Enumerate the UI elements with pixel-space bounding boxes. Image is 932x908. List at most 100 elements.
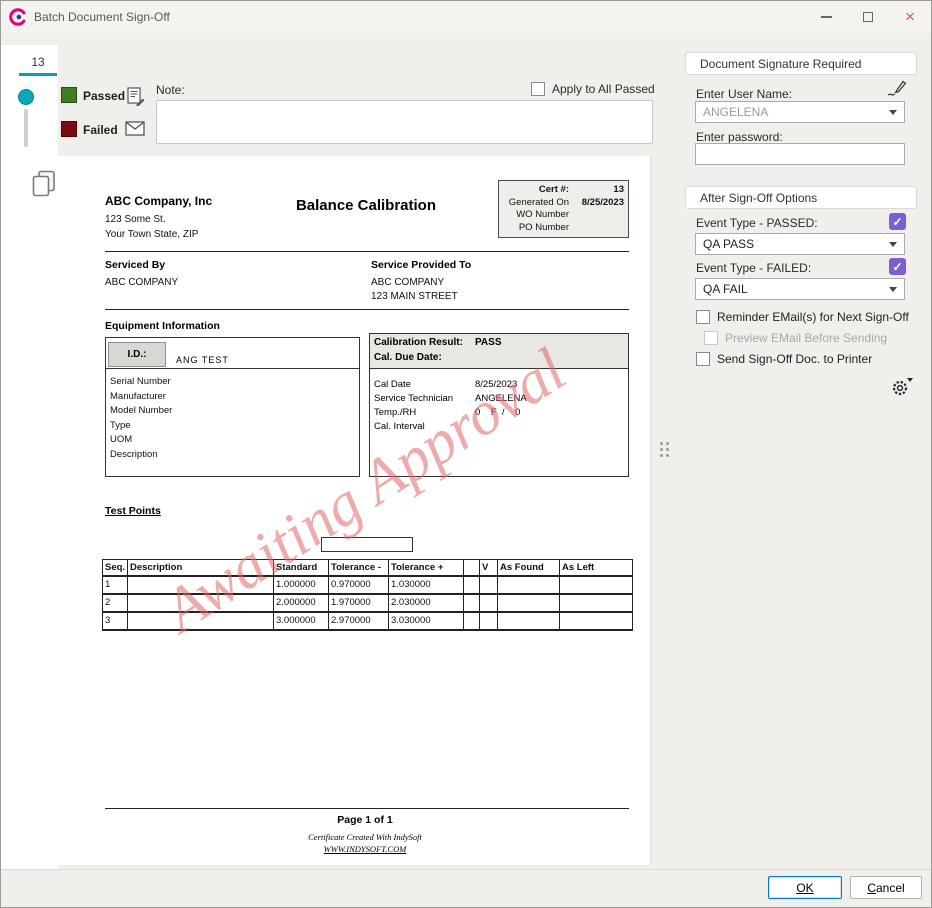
col-description: Description: [128, 560, 274, 576]
cert-number-label: Cert #:: [503, 184, 569, 196]
equipment-field-labels: Serial Number Manufacturer Model Number …: [106, 369, 359, 469]
send-to-printer-label: Send Sign-Off Doc. to Printer: [717, 352, 872, 366]
divider: [105, 309, 629, 310]
cal-interval-label: Cal. Interval: [374, 421, 425, 432]
app-logo-icon: [9, 8, 27, 26]
po-number-label: PO Number: [503, 222, 569, 234]
signature-panel-header: Document Signature Required: [685, 52, 917, 75]
event-failed-value: QA FAIL: [703, 282, 889, 296]
service-to-line2: 123 MAIN STREET: [371, 291, 458, 302]
copy-documents-icon[interactable]: [32, 170, 56, 202]
wo-number-label: WO Number: [503, 209, 569, 221]
zoom-slider-thumb[interactable]: [18, 89, 34, 105]
divider: [105, 808, 629, 809]
equipment-id-row: I.D.: ANG TEST: [106, 338, 359, 369]
event-failed-combobox[interactable]: QA FAIL: [695, 278, 905, 300]
settings-caret-icon: [907, 378, 913, 382]
cell: [464, 576, 480, 594]
cell: [560, 576, 633, 594]
tab-document-13[interactable]: 13: [19, 50, 57, 73]
cancel-button[interactable]: Cancel: [850, 876, 922, 899]
event-passed-value: QA PASS: [703, 237, 889, 251]
cell: 2.000000: [274, 594, 329, 612]
maximize-button[interactable]: [847, 1, 889, 33]
chevron-down-icon: [889, 110, 897, 115]
reminder-email-checkbox[interactable]: [696, 310, 710, 324]
service-to-line1: ABC COMPANY: [371, 277, 444, 288]
username-value: ANGELENA: [703, 105, 889, 119]
zoom-slider-track[interactable]: [24, 109, 28, 147]
divider: [1, 869, 932, 870]
website-link[interactable]: WWW.INDYSOFT.COM: [80, 844, 650, 854]
id-value: ANG TEST: [176, 355, 229, 365]
send-to-printer-checkbox[interactable]: [696, 352, 710, 366]
cell: 2.970000: [329, 612, 389, 630]
cancel-label: Cancel: [867, 881, 904, 895]
cell: [464, 612, 480, 630]
splitter-grip[interactable]: [660, 442, 669, 457]
tab-active-indicator: [19, 73, 57, 76]
event-failed-checkbox[interactable]: ✓: [889, 258, 906, 275]
chevron-down-icon: [889, 287, 897, 292]
cell: 0.970000: [329, 576, 389, 594]
event-passed-label: Event Type - PASSED:: [696, 216, 818, 230]
page-margin: [58, 156, 80, 865]
col-tolerance-minus: Tolerance -: [329, 560, 389, 576]
id-label: I.D.:: [108, 342, 166, 367]
generated-on-label: Generated On: [503, 197, 569, 209]
cell: 1.030000: [389, 576, 464, 594]
company-address2: Your Town State, ZIP: [105, 229, 198, 240]
cell: [480, 576, 498, 594]
minimize-button[interactable]: [805, 1, 847, 33]
ok-button[interactable]: OK: [768, 876, 842, 899]
field-model-number: Model Number: [110, 404, 355, 419]
minimize-icon: [821, 16, 832, 18]
cell: 3: [103, 612, 128, 630]
preview-email-label: Preview EMail Before Sending: [725, 331, 887, 345]
close-button[interactable]: ×: [889, 1, 931, 33]
note-input[interactable]: [156, 100, 653, 144]
col-blank: [464, 560, 480, 576]
col-standard: Standard: [274, 560, 329, 576]
field-uom: UOM: [110, 433, 355, 448]
cert-number-box: Cert #: 13 Generated On 8/25/2023 WO Num…: [498, 180, 629, 238]
cell: [498, 594, 560, 612]
col-tolerance-plus: Tolerance +: [389, 560, 464, 576]
cell: 3.000000: [274, 612, 329, 630]
signature-icon[interactable]: [885, 77, 907, 104]
event-passed-combobox[interactable]: QA PASS: [695, 233, 905, 255]
calibration-header: Calibration Result: PASS Cal. Due Date:: [370, 334, 628, 369]
cell: [560, 612, 633, 630]
cell: 1.000000: [274, 576, 329, 594]
field-manufacturer: Manufacturer: [110, 390, 355, 405]
created-with-text: Certificate Created With IndySoft: [80, 832, 650, 842]
test-points-table: Seq. Description Standard Tolerance - To…: [102, 559, 633, 631]
apply-all-checkbox[interactable]: [531, 82, 545, 96]
cell: 1: [103, 576, 128, 594]
cal-date-value: 8/25/2023: [475, 379, 517, 390]
cell: 1.970000: [329, 594, 389, 612]
table-header-row: Seq. Description Standard Tolerance - To…: [103, 560, 633, 576]
username-combobox[interactable]: ANGELENA: [695, 101, 905, 123]
col-seq: Seq.: [103, 560, 128, 576]
email-envelope-icon[interactable]: [125, 121, 145, 141]
chevron-down-icon: [889, 242, 897, 247]
event-passed-checkbox[interactable]: ✓: [889, 213, 906, 230]
cell: [498, 576, 560, 594]
calibration-result-value: PASS: [475, 337, 502, 348]
password-input[interactable]: [695, 143, 905, 165]
cal-date-label: Cal Date: [374, 379, 411, 390]
table-row: 1 1.000000 0.970000 1.030000: [103, 576, 633, 594]
username-label: Enter User Name:: [696, 87, 792, 101]
reminder-email-label: Reminder EMail(s) for Next Sign-Off: [717, 310, 909, 324]
note-document-icon[interactable]: [127, 87, 145, 111]
passed-color-swatch: [61, 87, 77, 103]
field-type: Type: [110, 419, 355, 434]
apply-all-label: Apply to All Passed: [552, 82, 655, 96]
test-points-empty-box: [321, 537, 413, 552]
equipment-section-label: Equipment Information: [105, 320, 220, 332]
equipment-info-box: I.D.: ANG TEST Serial Number Manufacture…: [105, 337, 360, 477]
settings-gear-icon[interactable]: [892, 380, 908, 401]
col-as-found: As Found: [498, 560, 560, 576]
preview-email-checkbox: [704, 331, 718, 345]
